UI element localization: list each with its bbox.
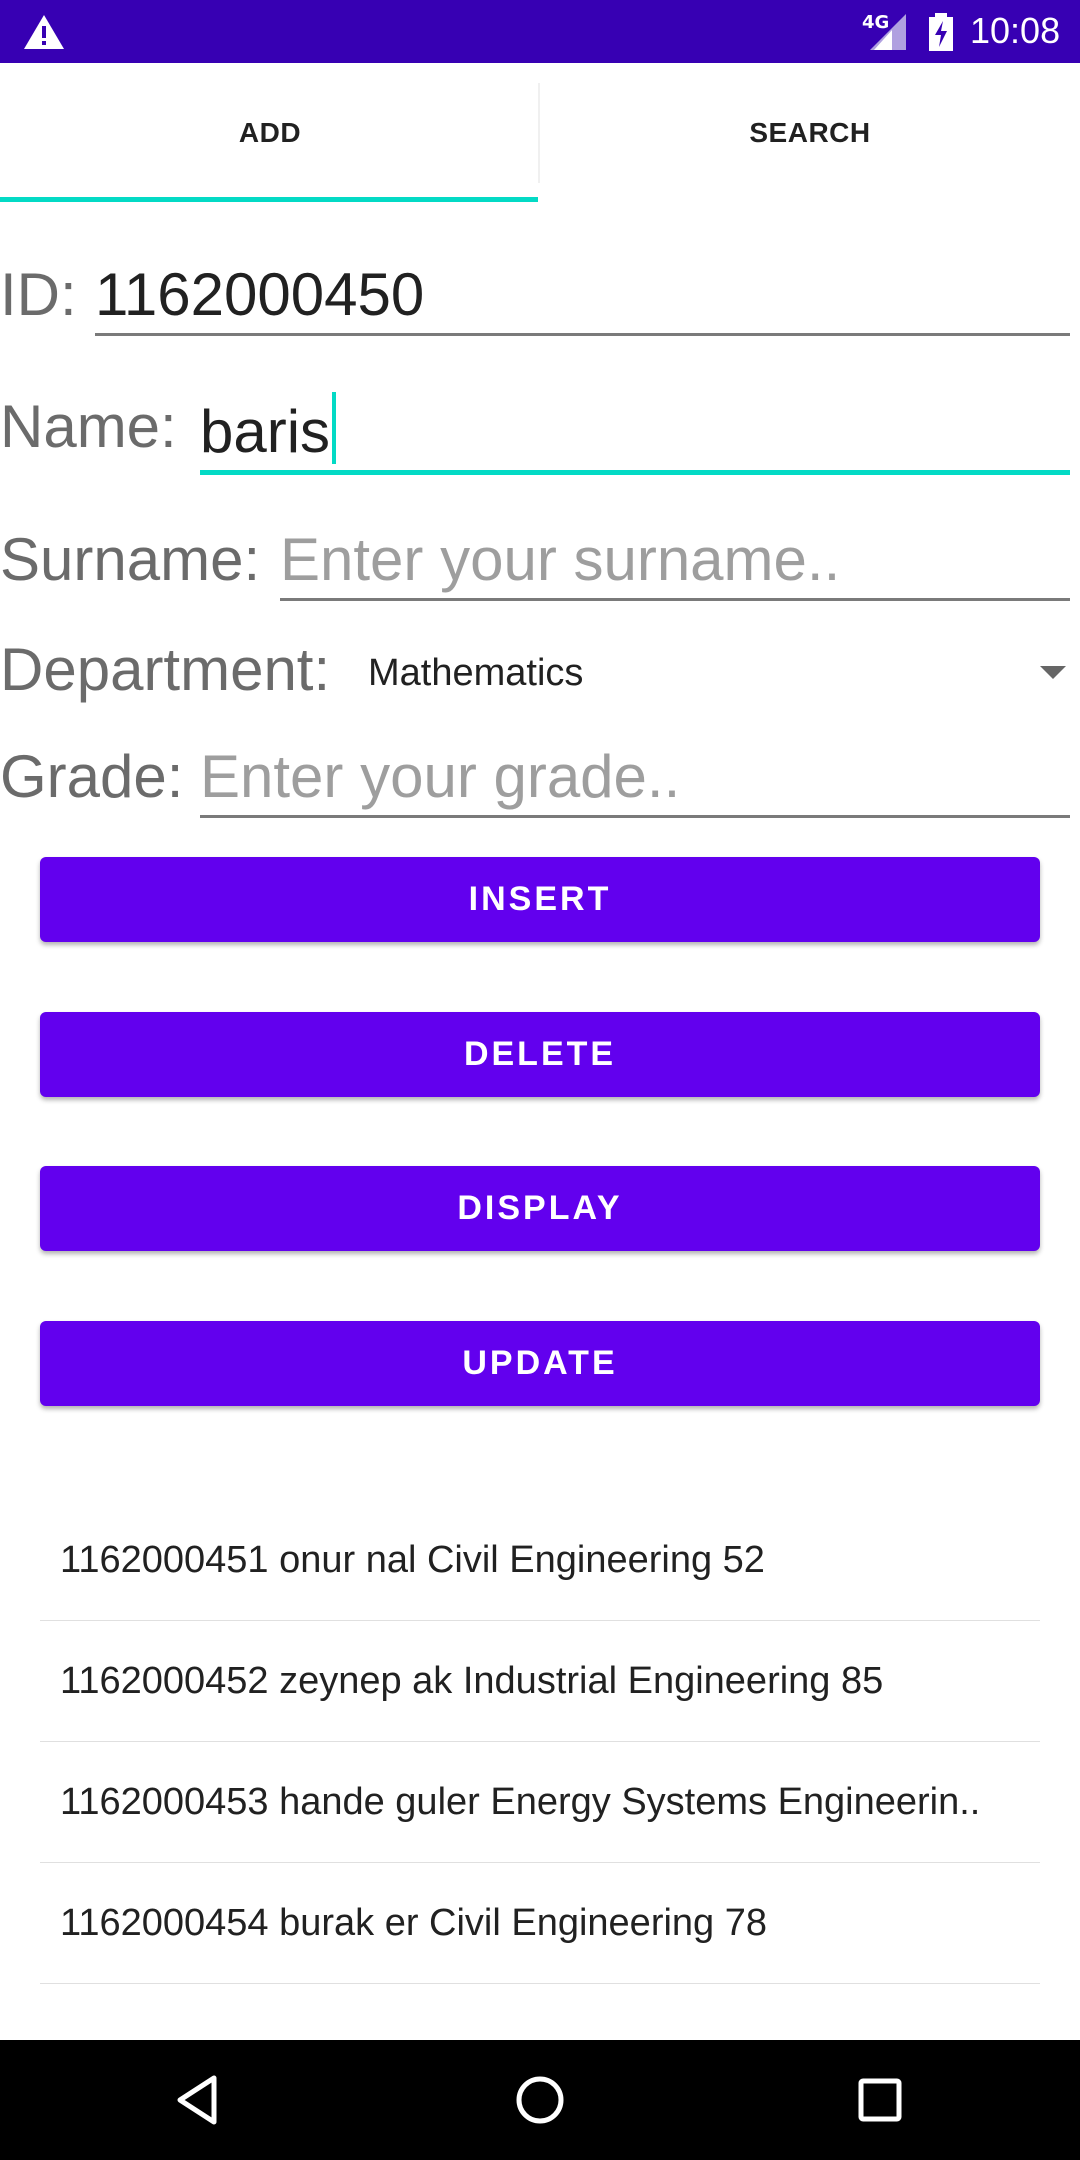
name-field[interactable]: baris [200,392,1070,475]
name-value: baris [200,398,331,465]
back-icon[interactable] [170,2070,230,2130]
list-item[interactable]: 1162000452 zeynep ak Industrial Engineer… [40,1621,1040,1742]
id-field[interactable]: 1162000450 [95,260,1070,336]
list-item[interactable]: 1162000451 onur nal Civil Engineering 52 [40,1500,1040,1621]
id-value: 1162000450 [95,261,425,328]
text-cursor [332,392,337,464]
grade-label: Grade: [0,743,184,810]
recents-icon[interactable] [850,2070,910,2130]
list-item[interactable]: 1162000454 burak er Civil Engineering 78 [40,1863,1040,1984]
surname-field[interactable]: Enter your surname.. [280,525,1070,601]
list-item[interactable]: 1162000453 hande guler Energy Systems En… [40,1742,1040,1863]
dropdown-arrow-icon [1040,666,1066,679]
battery-charging-icon [929,13,953,51]
status-bar: 4G 10:08 [0,0,1080,63]
update-button[interactable]: UPDATE [40,1321,1040,1406]
tab-search[interactable]: SEARCH [540,63,1080,203]
grade-field[interactable]: Enter your grade.. [200,742,1070,818]
name-label: Name: [0,393,177,460]
tab-add[interactable]: ADD [0,63,540,203]
grade-placeholder: Enter your grade.. [200,743,681,810]
delete-button[interactable]: DELETE [40,1012,1040,1097]
signal-icon [870,14,906,50]
status-time: 10:08 [970,10,1061,51]
surname-label: Surname: [0,526,261,593]
id-label: ID: [0,261,77,328]
tab-indicator [0,197,538,202]
home-icon[interactable] [510,2070,570,2130]
department-value: Mathematics [368,652,584,694]
warning-icon [24,15,64,49]
navigation-bar [0,2040,1080,2160]
insert-button[interactable]: INSERT [40,857,1040,942]
display-button[interactable]: DISPLAY [40,1166,1040,1251]
tab-bar: ADD SEARCH [0,63,1080,203]
records-list[interactable]: 1162000451 onur nal Civil Engineering 52… [40,1500,1040,1984]
department-label: Department: [0,636,331,703]
surname-placeholder: Enter your surname.. [280,526,841,593]
